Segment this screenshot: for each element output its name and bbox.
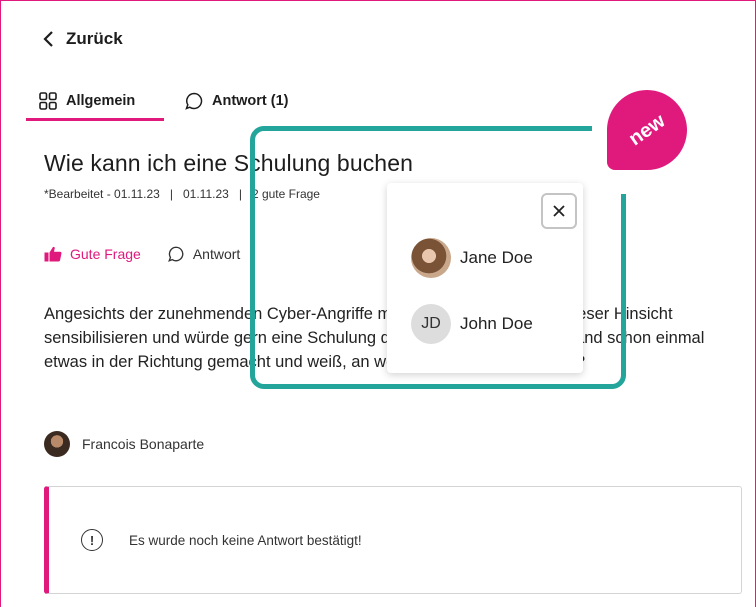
likers-popup: Jane Doe JD John Doe (387, 183, 583, 373)
created-date: 01.11.23 (182, 187, 229, 201)
list-item-user[interactable]: Jane Doe (411, 238, 533, 278)
back-label: Zurück (66, 29, 123, 48)
speech-bubble-icon (185, 92, 203, 110)
question-actions: Gute Frage Antwort (44, 245, 240, 263)
speech-bubble-icon (167, 246, 184, 262)
user-name: John Doe (460, 314, 533, 333)
chevron-left-icon (43, 31, 53, 47)
back-button[interactable]: Zurück (42, 29, 123, 49)
meta-separator: | (238, 187, 242, 201)
active-tab-indicator (26, 118, 164, 121)
tab-allgemein[interactable]: Allgemein (26, 84, 164, 121)
notice-text: Es wurde noch keine Antwort bestätigt! (129, 532, 362, 548)
new-badge-label: new (624, 109, 669, 150)
reply-button[interactable]: Antwort (167, 245, 240, 263)
tab-label: Antwort (1) (212, 93, 289, 109)
edited-date: *Bearbeitet - 01.11.23 (44, 187, 160, 201)
close-icon (553, 205, 565, 217)
exclamation-circle-icon: ! (81, 529, 103, 551)
author-name: Francois Bonaparte (82, 436, 205, 452)
tab-antwort[interactable]: Antwort (1) (184, 84, 289, 118)
user-name: Jane Doe (460, 248, 533, 267)
avatar: JD (411, 304, 451, 344)
close-button[interactable] (541, 193, 577, 229)
good-question-label: Gute Frage (70, 246, 141, 262)
avatar (411, 238, 451, 278)
tab-label: Allgemein (66, 93, 136, 109)
no-answer-notice: ! Es wurde noch keine Antwort bestätigt! (44, 486, 742, 594)
new-badge: new (607, 90, 687, 170)
good-question-button[interactable]: Gute Frage (44, 245, 141, 263)
thumbs-up-icon (44, 246, 62, 262)
question-author[interactable]: Francois Bonaparte (44, 431, 204, 457)
avatar (44, 431, 70, 457)
reply-label: Antwort (192, 246, 241, 262)
meta-separator: | (169, 187, 173, 201)
grid-icon (39, 92, 57, 110)
list-item-user[interactable]: JD John Doe (411, 304, 533, 344)
